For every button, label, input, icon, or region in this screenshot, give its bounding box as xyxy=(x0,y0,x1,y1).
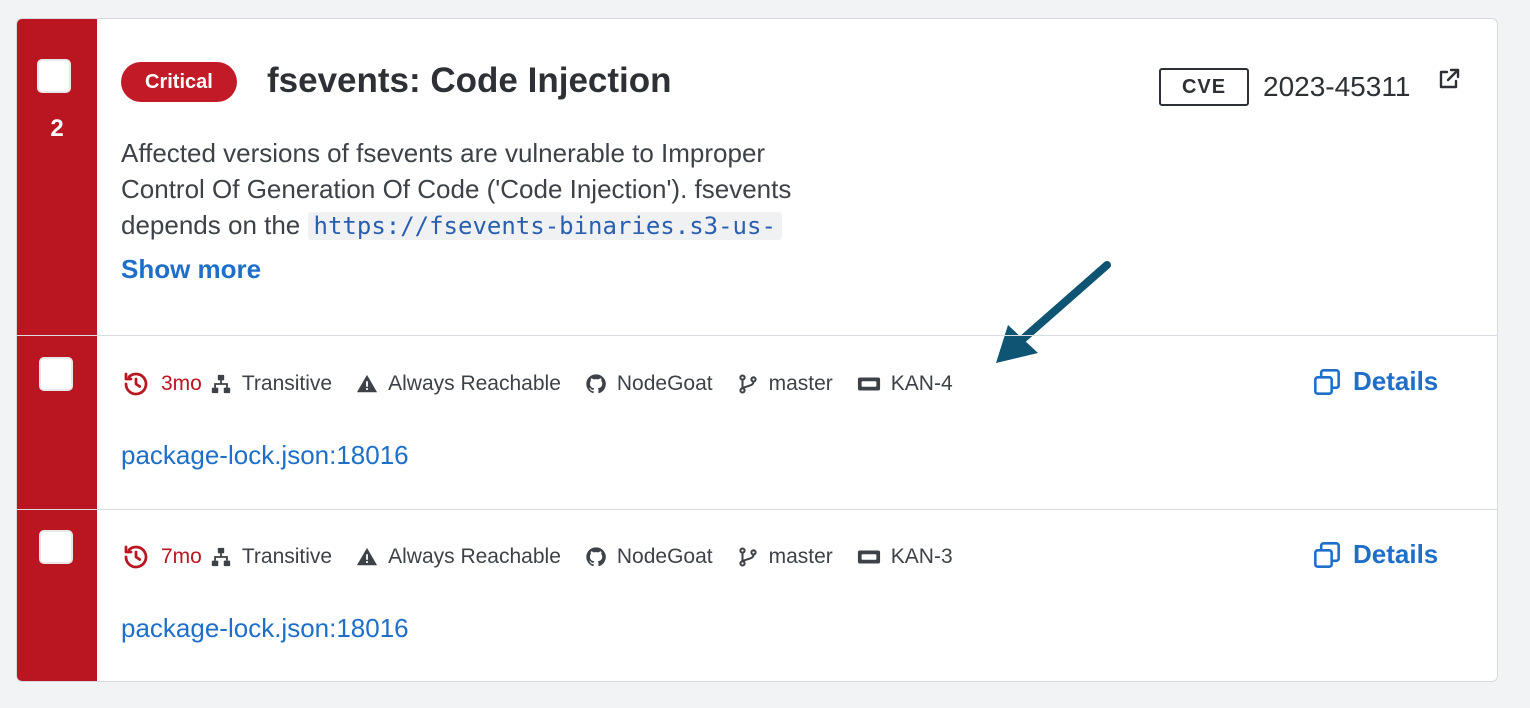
ticket-id[interactable]: KAN-3 xyxy=(891,545,953,569)
external-link-icon[interactable] xyxy=(1437,67,1461,91)
show-more-link[interactable]: Show more xyxy=(121,253,261,285)
repository: NodeGoat xyxy=(616,372,713,395)
finding-checkbox[interactable] xyxy=(37,59,71,93)
occurrence-age: 7mo xyxy=(161,545,202,568)
hierarchy-icon xyxy=(211,547,231,567)
description-line: depends on the https://fsevents-binaries… xyxy=(121,207,901,244)
cve-label: CVE xyxy=(1159,68,1249,106)
occurrence-meta: 3mo Transitive Always Reachable NodeGoat xyxy=(121,369,977,399)
reachability: Always Reachable xyxy=(388,372,561,395)
occurrence-meta: 7mo Transitive Always Reachable NodeGoat xyxy=(121,542,977,572)
finding-title: fsevents: Code Injection xyxy=(267,61,672,100)
description-text: depends on the xyxy=(121,210,301,240)
branch-icon xyxy=(738,374,757,394)
file-location-link[interactable]: package-lock.json:18016 xyxy=(121,438,409,472)
details-windows-icon xyxy=(1314,541,1340,568)
row-divider xyxy=(17,509,1497,510)
details-windows-icon xyxy=(1314,368,1340,395)
finding-description: Affected versions of fsevents are vulner… xyxy=(121,135,901,244)
description-line: Control Of Generation Of Code ('Code Inj… xyxy=(121,174,792,204)
warning-icon xyxy=(357,547,378,566)
branch: master xyxy=(768,545,833,568)
history-icon xyxy=(124,372,148,396)
github-icon xyxy=(586,547,606,567)
warning-icon xyxy=(357,374,378,393)
dependency-type: Transitive xyxy=(241,545,333,568)
details-button[interactable]: Details xyxy=(1313,366,1438,397)
ticket-id[interactable]: KAN-4 xyxy=(891,372,953,396)
cve-id[interactable]: 2023-45311 xyxy=(1263,67,1410,107)
description-line: Affected versions of fsevents are vulner… xyxy=(121,138,766,168)
dependency-type: Transitive xyxy=(241,372,333,395)
reachability: Always Reachable xyxy=(388,545,561,568)
ticket-icon xyxy=(857,550,880,564)
row-divider xyxy=(17,335,1497,336)
file-location-link[interactable]: package-lock.json:18016 xyxy=(121,611,409,645)
details-label: Details xyxy=(1353,539,1439,569)
occurrence-checkbox[interactable] xyxy=(39,357,73,391)
hierarchy-icon xyxy=(211,374,231,394)
branch-icon xyxy=(738,547,757,567)
details-button[interactable]: Details xyxy=(1313,539,1438,570)
description-code-url: https://fsevents-binaries.s3-us- xyxy=(307,212,782,240)
finding-card: 2 Critical fsevents: Code Injection CVE … xyxy=(16,18,1498,682)
occurrence-count: 2 xyxy=(50,115,64,142)
occurrence-age: 3mo xyxy=(161,372,202,395)
details-label: Details xyxy=(1353,366,1439,396)
occurrence-checkbox[interactable] xyxy=(39,530,73,564)
ticket-icon xyxy=(857,377,880,391)
history-icon xyxy=(124,545,148,569)
github-icon xyxy=(586,374,606,394)
repository: NodeGoat xyxy=(616,545,713,568)
annotation-arrow-icon xyxy=(996,261,1111,363)
severity-badge: Critical xyxy=(121,62,237,102)
branch: master xyxy=(768,372,833,395)
